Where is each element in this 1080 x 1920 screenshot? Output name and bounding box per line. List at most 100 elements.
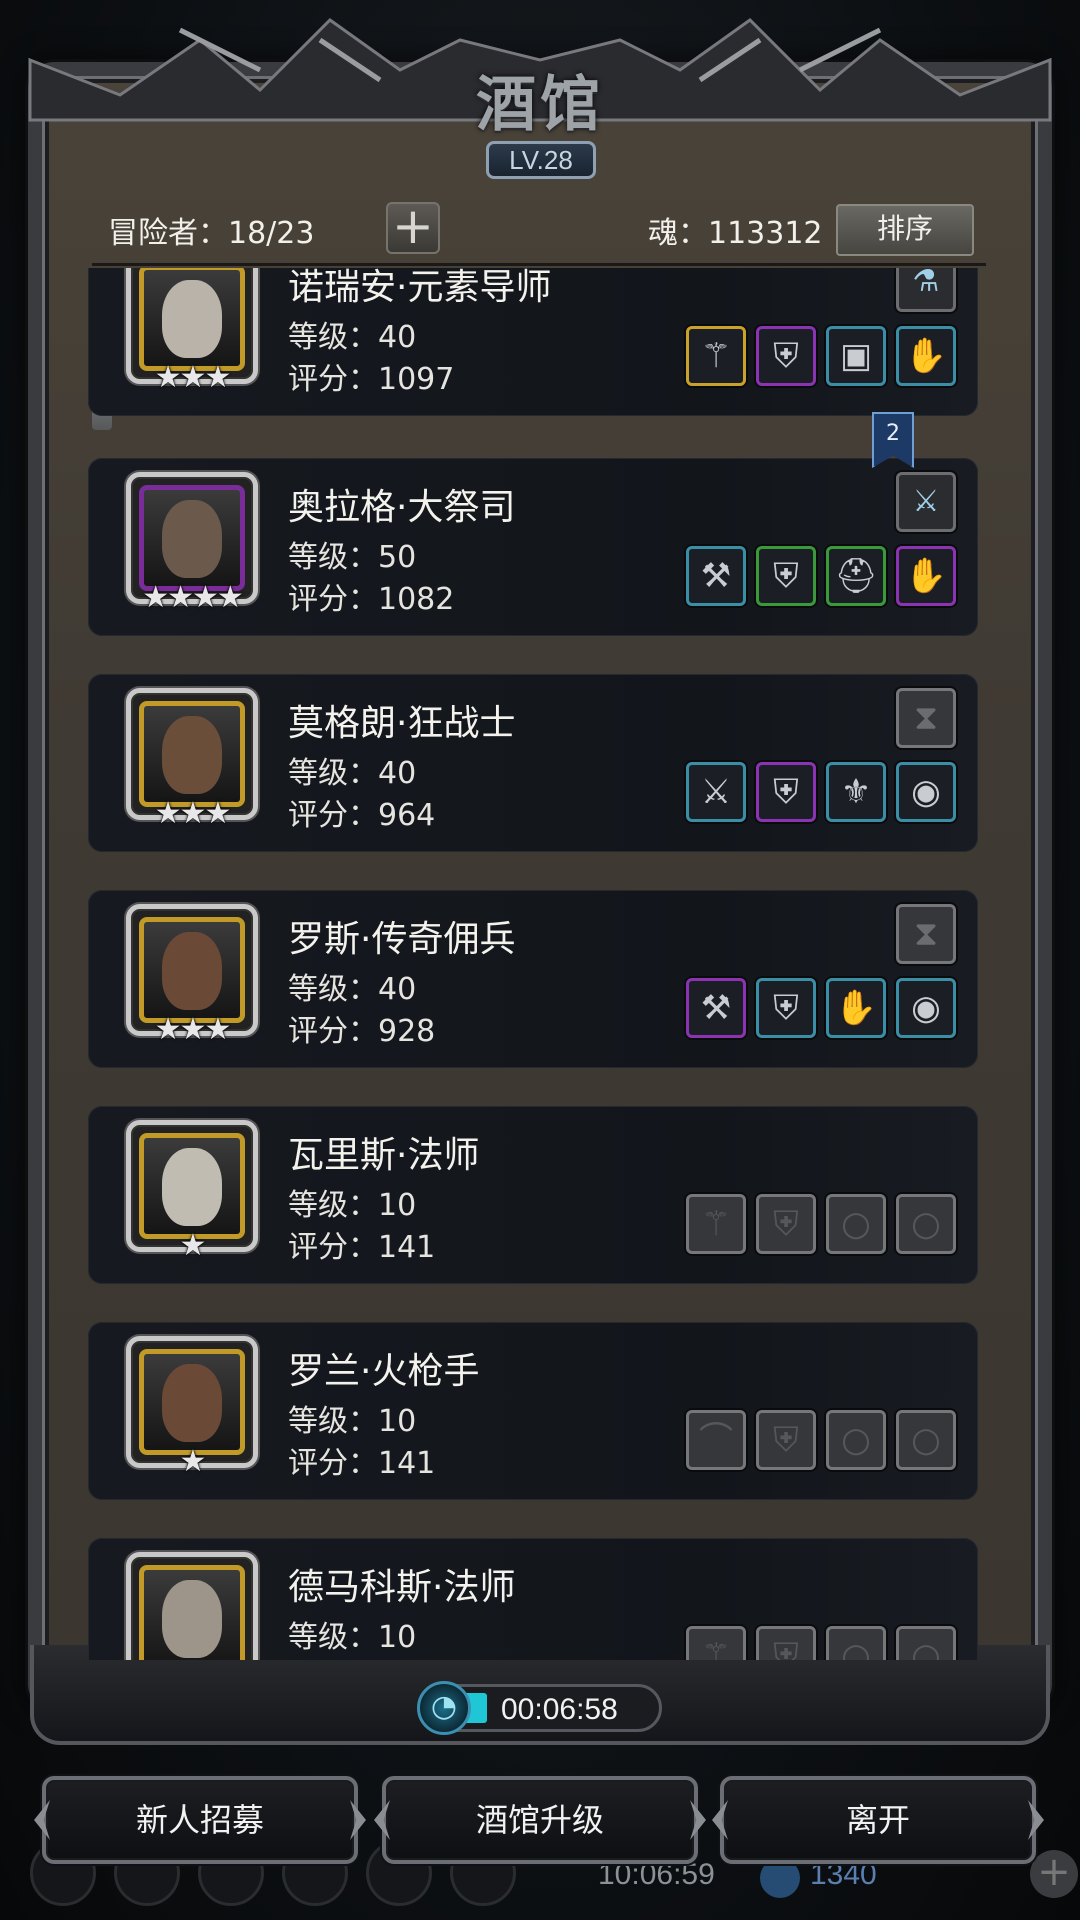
level-badge: LV.28 <box>486 141 596 179</box>
armor-icon: ⛨ <box>773 336 799 376</box>
equipment-slot[interactable]: ✋ <box>896 326 956 386</box>
portrait-image <box>139 1565 245 1660</box>
sort-button[interactable]: 排序 <box>836 204 974 256</box>
hero-portrait[interactable]: ★★★★ <box>126 472 258 622</box>
accessory-slot[interactable]: ⧗ <box>896 904 956 964</box>
bracer-icon: ⚔ <box>912 484 940 519</box>
equipment-slot[interactable]: ✋ <box>896 546 956 606</box>
hero-face-icon <box>162 280 222 358</box>
equipment-slot[interactable]: ○ <box>896 1410 956 1470</box>
hero-row[interactable]: ★ 罗兰·火枪手 等级：10 评分：141 ⌒ ⛨ ○ ○ <box>88 1322 978 1500</box>
add-slot-button[interactable]: + <box>386 201 440 254</box>
equipment-slot[interactable]: ⛨ <box>756 1626 816 1660</box>
soul-counter: 魂：113312 <box>648 216 823 251</box>
armor-icon: ⛨ <box>773 1204 799 1244</box>
equipment-slot[interactable]: ⛨ <box>756 326 816 386</box>
equipment-slot[interactable]: ⛨ <box>756 762 816 822</box>
hourglass-icon: ⧗ <box>914 914 938 954</box>
equipment-slot[interactable]: ⚜ <box>826 762 886 822</box>
equipment-slot[interactable]: ○ <box>896 1194 956 1254</box>
staff-icon: ⚚ <box>700 1204 732 1244</box>
recruit-button[interactable]: 新人招募 <box>42 1776 358 1864</box>
hero-portrait[interactable]: ★ <box>126 1120 258 1270</box>
armor-icon: ⛨ <box>773 1420 799 1460</box>
equipment-slot[interactable]: ⚚ <box>686 1194 746 1254</box>
accessory-slot[interactable]: ⧗ <box>896 688 956 748</box>
hero-score: 评分：141 <box>288 1446 436 1481</box>
portrait-image <box>139 268 245 371</box>
hero-level: 等级：40 <box>288 972 417 1007</box>
hero-score: 评分：1082 <box>288 582 455 617</box>
hero-level: 等级：10 <box>288 1620 417 1655</box>
ring-icon: ◉ <box>911 988 941 1028</box>
star-rating: ★ <box>179 1444 207 1479</box>
hero-level: 等级：40 <box>288 320 417 355</box>
equipment-slot[interactable]: ▣ <box>826 326 886 386</box>
equipment-slot[interactable]: ○ <box>826 1626 886 1660</box>
equipment-slot[interactable]: ⚚ <box>686 1626 746 1660</box>
header-divider <box>92 263 986 266</box>
upgrade-button[interactable]: 酒馆升级 <box>382 1776 698 1864</box>
hero-portrait[interactable]: ★ <box>126 1336 258 1486</box>
star-rating: ★★★ <box>154 360 232 395</box>
equipment-slot[interactable]: ⚚ <box>686 326 746 386</box>
equipment-slot[interactable]: ◉ <box>896 978 956 1038</box>
hero-row[interactable]: 德马科斯·法师 等级：10 ⚚ ⛨ ○ ○ <box>88 1538 978 1660</box>
equipment-slot[interactable]: ⛨ <box>756 1410 816 1470</box>
equipment-slot[interactable]: ○ <box>826 1410 886 1470</box>
portrait-image <box>139 485 245 591</box>
equipment-slot[interactable]: ⛑ <box>826 546 886 606</box>
hero-list[interactable]: ★★★ 诺瑞安·元素导师 等级：40 评分：1097 ⚚ ⛨ ▣ ✋ ⚗ ★★★★ 奥拉格·大祭司等… <box>72 268 992 1660</box>
star-rating: ★★★ <box>154 796 232 831</box>
hero-portrait[interactable] <box>126 1552 258 1660</box>
hero-row[interactable]: ★★★ 莫格朗·狂战士等级：40 评分：964 ⚔ ⛨ ⚜ ◉ ⧗ <box>88 674 978 852</box>
hero-row[interactable]: ★★★ 罗斯·传奇佣兵等级：40 评分：928 ⚒ ⛨ ✋ ◉ ⧗ <box>88 890 978 1068</box>
armor-icon: ⛨ <box>773 988 799 1028</box>
hero-row[interactable]: ★★★ 诺瑞安·元素导师 等级：40 评分：1097 ⚚ ⛨ ▣ ✋ ⚗ <box>88 268 978 416</box>
hero-name: 罗兰·火枪手 <box>288 1351 480 1392</box>
leave-button[interactable]: 离开 <box>720 1776 1036 1864</box>
adventurer-count: 冒险者：18/23 <box>108 216 315 251</box>
equipment-slot[interactable]: ✋ <box>826 978 886 1038</box>
hero-name: 罗斯·传奇佣兵 <box>288 919 516 960</box>
hero-name: 莫格朗·狂战士 <box>288 703 516 744</box>
equipment-slot[interactable]: ◉ <box>896 762 956 822</box>
timer-text: 00:06:58 <box>501 1693 618 1726</box>
hero-score: 评分：964 <box>288 798 436 833</box>
portrait-frame <box>126 1552 258 1660</box>
equipment-slot[interactable]: ○ <box>896 1626 956 1660</box>
ring-icon: ○ <box>841 1420 871 1460</box>
equipment-slot[interactable]: ⛨ <box>756 978 816 1038</box>
gauntlet-icon: ✋ <box>904 556 948 596</box>
equipment-slot[interactable]: ⚒ <box>686 978 746 1038</box>
hero-level: 等级：40 <box>288 756 417 791</box>
hero-portrait[interactable]: ★★★ <box>126 904 258 1054</box>
accessory-slot[interactable]: ⚗ <box>896 268 956 312</box>
equipment-slot[interactable]: ⚒ <box>686 546 746 606</box>
ring-icon: ○ <box>911 1420 941 1460</box>
hero-portrait[interactable]: ★★★ <box>126 268 258 402</box>
armor-icon: ⛨ <box>773 1636 799 1660</box>
equipment-slot[interactable]: ⌒ <box>686 1410 746 1470</box>
equipment-slot[interactable]: ⚔ <box>686 762 746 822</box>
hammer-icon: ⚒ <box>700 556 732 596</box>
hero-name: 奥拉格·大祭司 <box>288 487 516 528</box>
axe-icon: ⚔ <box>700 772 732 812</box>
equipment-slot[interactable]: ○ <box>826 1194 886 1254</box>
ring-icon: ◉ <box>911 772 941 812</box>
potion-icon: ⚗ <box>912 268 940 299</box>
hero-level: 等级：10 <box>288 1188 417 1223</box>
hero-row[interactable]: ★★★★ 奥拉格·大祭司 等级：50 评分：1082 ⚒ ⛨ ⛑ ✋ ⚔ <box>88 458 978 636</box>
hero-face-icon <box>162 1580 222 1658</box>
portrait-image <box>139 1349 245 1455</box>
hero-score: 评分：928 <box>288 1014 436 1049</box>
accessory-slot[interactable]: ⚔ <box>896 472 956 532</box>
equipment-slot[interactable]: ⛨ <box>756 546 816 606</box>
equipment-slot[interactable]: ⛨ <box>756 1194 816 1254</box>
hero-portrait[interactable]: ★★★ <box>126 688 258 838</box>
hero-row[interactable]: ★ 瓦里斯·法师 等级：10 评分：141 ⚚ ⛨ ○ ○ <box>88 1106 978 1284</box>
portrait-image <box>139 917 245 1023</box>
timer-bar: ◔ 00:06:58 <box>417 1681 662 1735</box>
hero-name: 诺瑞安·元素导师 <box>288 268 552 308</box>
hero-name: 瓦里斯·法师 <box>288 1135 480 1176</box>
